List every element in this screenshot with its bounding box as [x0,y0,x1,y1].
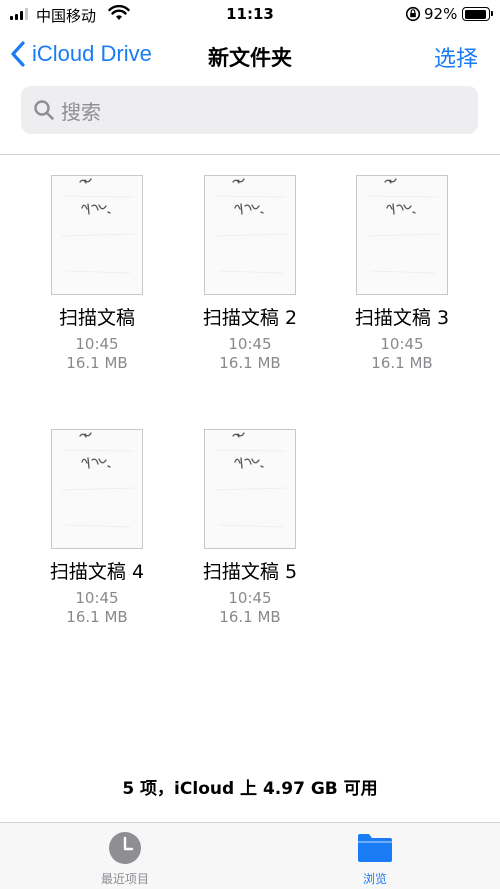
file-name: 扫描文稿 5 [202,561,298,583]
file-item[interactable]: 扫描文稿 10:45 16.1 MB [21,175,173,373]
battery-icon [462,7,493,21]
document-thumbnail [51,429,143,549]
file-item[interactable]: 扫描文稿 5 10:45 16.1 MB [174,429,326,627]
file-time: 10:45 [380,335,424,353]
tab-recents[interactable]: 最近项目 [65,831,185,887]
rotation-lock-icon [405,6,421,22]
file-size: 16.1 MB [371,354,433,372]
search-icon [34,100,54,120]
file-name: 扫描文稿 3 [354,307,450,329]
file-size: 16.1 MB [66,608,128,626]
document-thumbnail [356,175,448,295]
file-time: 10:45 [228,335,272,353]
file-size: 16.1 MB [219,608,281,626]
file-time: 10:45 [75,589,119,607]
document-thumbnail [51,175,143,295]
status-bar: 中国移动 11:13 92% [0,0,500,28]
tab-bar: 最近项目 浏览 [0,822,500,889]
file-name: 扫描文稿 2 [202,307,298,329]
search-placeholder: 搜索 [61,99,101,124]
tab-browse-label: 浏览 [362,872,387,886]
document-thumbnail [204,429,296,549]
navigation-bar: iCloud Drive 新文件夹 选择 [0,30,500,82]
clock-icon [109,832,141,864]
file-size: 16.1 MB [219,354,281,372]
file-item[interactable]: 扫描文稿 2 10:45 16.1 MB [174,175,326,373]
divider [0,154,500,155]
tab-recents-label: 最近项目 [100,872,149,886]
tab-browse[interactable]: 浏览 [315,831,435,887]
search-input[interactable]: 搜索 [21,86,478,134]
file-item[interactable]: 扫描文稿 4 10:45 16.1 MB [21,429,173,627]
file-time: 10:45 [228,589,272,607]
file-size: 16.1 MB [66,354,128,372]
battery-percentage: 92% [424,5,458,23]
folder-icon [358,834,392,862]
file-name: 扫描文稿 [58,307,135,329]
file-name: 扫描文稿 4 [49,561,145,583]
file-time: 10:45 [75,335,119,353]
select-button[interactable]: 选择 [434,41,478,73]
storage-summary: 5 项，iCloud 上 4.97 GB 可用 [122,779,378,799]
document-thumbnail [204,175,296,295]
page-title: 新文件夹 [208,46,292,70]
file-item[interactable]: 扫描文稿 3 10:45 16.1 MB [326,175,478,373]
